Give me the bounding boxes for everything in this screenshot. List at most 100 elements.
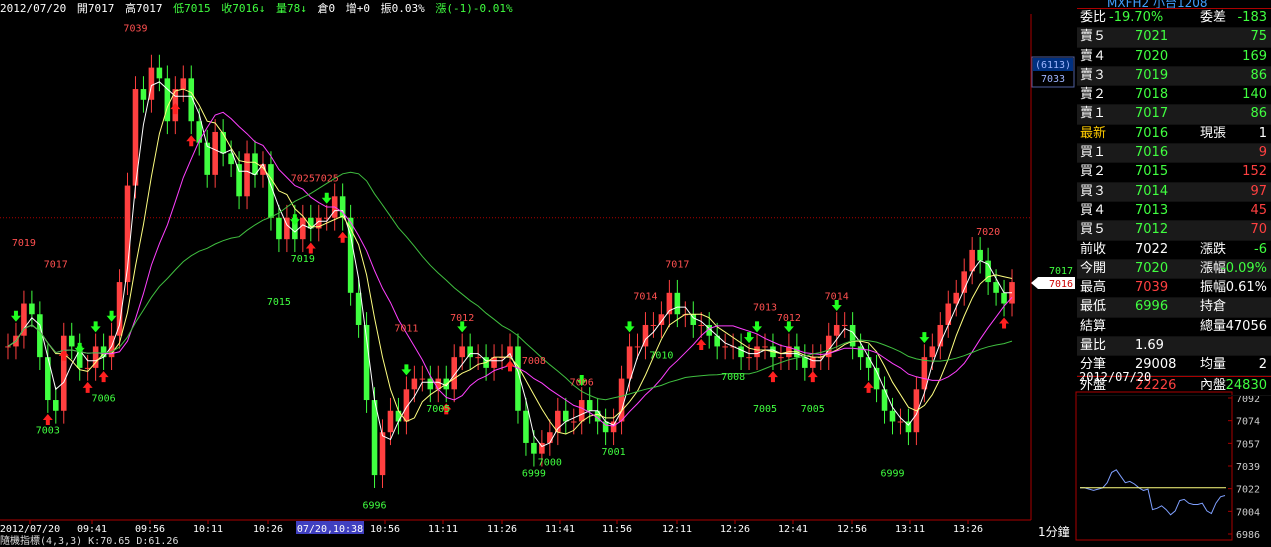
candle [825,322,832,371]
candle [841,312,848,338]
stat-label: 最低 [1080,299,1107,315]
stat-value-2: 0.61% [1225,280,1267,296]
candle [228,140,234,177]
candle [897,408,904,435]
price-annotation: 7001 [602,447,626,458]
buy-signal-arrow [919,332,930,344]
price-annotation: 7011 [394,324,418,335]
price-annotation: 7005 [753,404,777,415]
candle [618,365,625,435]
candle [148,54,155,113]
price-annotation: 7015 [267,297,291,308]
price-annotation: 6996 [362,501,386,512]
x-tick-label: 12:11 [662,524,692,535]
price-annotations: 7019 7017 7003 7006 7039 7025 7025 7015 7019 6996… [12,23,1000,511]
sell-signal-arrow [696,338,707,350]
x-tick-label: 13:26 [953,524,983,535]
indicator-label: 隨機指標(4,3,3) K:70.65 D:61.26 [0,536,179,547]
level-price: 7013 [1135,202,1169,218]
mini-tick-label: 6986 [1236,530,1260,541]
stat-label-2: 振幅 [1200,280,1227,296]
x-tick-label: 11:56 [602,524,632,535]
candle [666,279,673,328]
ma-line [7,111,1013,427]
inner-label: 內盤 [1200,377,1227,393]
price-annotation: 6999 [522,468,546,479]
signal-arrows [10,103,1010,426]
candle [881,376,888,424]
candle [68,322,75,360]
candle [395,397,402,435]
candle [642,312,649,360]
candle [634,333,641,360]
level-label: 賣５ [1080,29,1107,45]
x-tick-label: 10:11 [193,524,223,535]
candle [29,290,35,328]
mini-tick-label: 7022 [1236,485,1260,496]
candle [555,397,561,446]
candle [156,54,163,92]
mini-chart: 7092707470577039702270046986 [1075,391,1260,541]
sell-signal-arrow [98,371,109,383]
price-annotation: 7008 [721,372,745,383]
stat-value: 7020 [1135,260,1169,276]
candle [467,333,473,371]
level-qty: 45 [1250,202,1267,218]
buy-signal-arrow [10,310,21,322]
sell-signal-arrow [186,135,197,147]
ask-level-row: 賣５ 7021 75 [1077,28,1271,48]
diff-label: 委差 [1200,10,1227,25]
inner-value: 24830 [1225,377,1267,393]
stat-label-2: 總量 [1200,318,1227,334]
candle [451,344,458,403]
price-annotation: 7019 [12,238,36,249]
level-price: 7017 [1135,106,1169,122]
candle [977,237,983,274]
level-label: 買３ [1080,183,1107,199]
tick-value: 1 [1258,125,1267,141]
candle [45,344,51,413]
level-label: 買５ [1080,222,1107,238]
bid-levels: 買１ 7016 9 買２ 7015 152 買３ 7014 97 買４ 7013 45… [1077,144,1271,241]
x-tick-label: 13:11 [895,524,925,535]
candle [284,204,290,253]
bid-level-row: 買２ 7015 152 [1077,163,1271,183]
level-price: 7019 [1135,67,1169,83]
ask-level-row: 賣３ 7019 86 [1077,66,1271,87]
x-tick-label: 11:41 [545,524,575,535]
stat-label: 量比 [1080,338,1107,354]
candle [300,204,306,253]
buy-signal-arrow [321,192,332,204]
candle [140,76,147,113]
candle [849,312,856,360]
x-tick-label: 11:11 [428,524,458,535]
buy-signal-arrow [90,321,101,333]
level-price: 7014 [1135,183,1169,199]
price-annotation: 7025 [315,174,339,185]
price-annotation: 7005 [801,404,825,415]
candle [610,408,617,446]
price-annotation: 7008 [522,356,546,367]
sell-signal-arrow [807,371,818,383]
last-label: 最新 [1080,125,1107,141]
stat-row: 最低 6996 持倉 [1077,298,1271,318]
x-tick-label: 10:26 [253,524,283,535]
quote-ratio-row: 委比 -19.70% 委差 -183 [1077,8,1271,29]
price-annotation: 7003 [36,425,60,436]
level-price: 7021 [1135,29,1169,45]
mini-tick-label: 7004 [1236,507,1260,518]
bid-level-row: 買４ 7013 45 [1077,202,1271,222]
buy-signal-arrow [744,332,755,344]
buy-signal-arrow [624,321,635,333]
stat-row: 最高 7039 振幅 0.61% [1077,279,1271,299]
candle [132,76,139,199]
candle [562,397,569,435]
x-tick-label: 12:26 [720,524,750,535]
price-annotation: 7012 [777,313,801,324]
stat-value-2: 47056 [1225,318,1267,334]
price-annotation: 7000 [538,458,562,469]
candle [339,183,346,231]
price-annotation: 7006 [570,377,594,388]
timeframe-label[interactable]: 1分鐘 [1038,523,1070,540]
level-label: 賣１ [1080,106,1107,122]
